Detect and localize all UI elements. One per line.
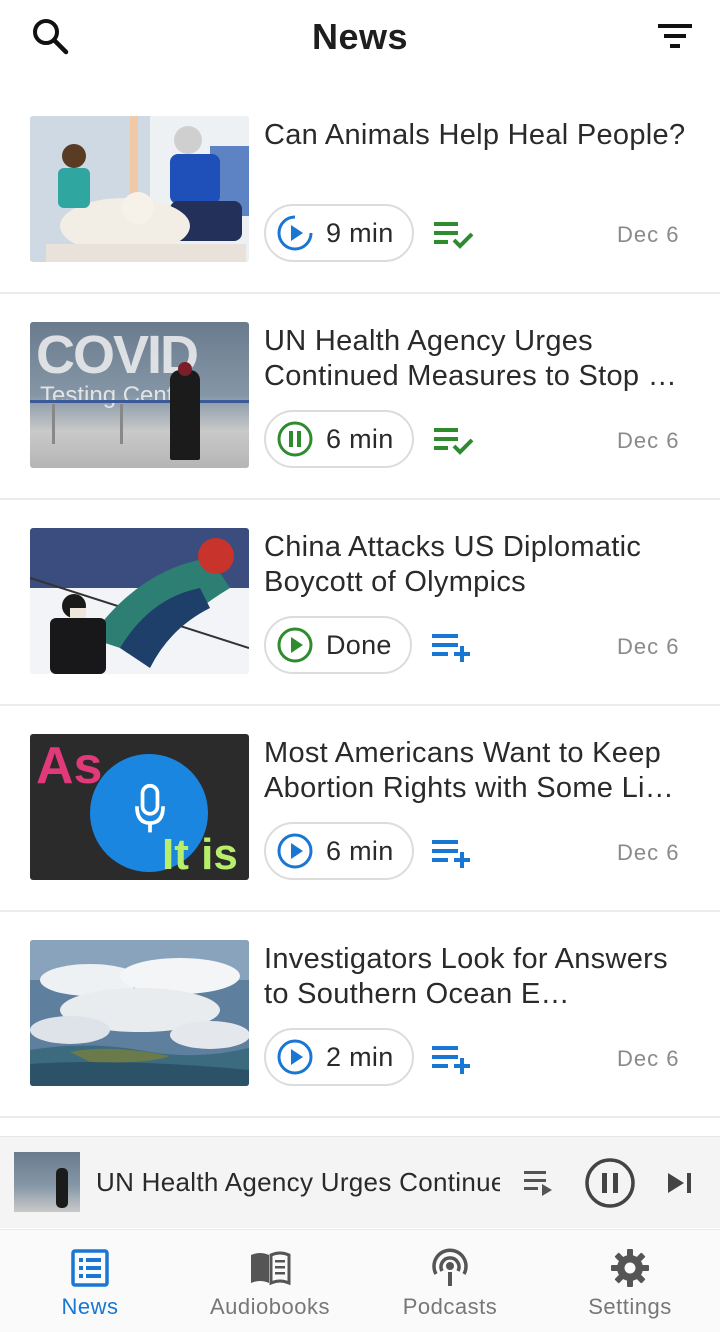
pause-icon[interactable] [584,1157,636,1209]
gear-icon [611,1249,649,1287]
add-to-queue-icon[interactable] [430,628,476,664]
play-icon [277,1039,313,1075]
nav-label-podcasts: Podcasts [402,1294,498,1319]
play-button[interactable]: 6 min [264,822,414,880]
article-item[interactable]: Can Animals Help Heal People? 9 min Dec … [0,88,720,294]
podcast-icon [432,1248,468,1286]
add-to-queue-icon[interactable] [430,1040,476,1076]
mini-player[interactable]: UN Health Agency Urges Continued Measure… [0,1136,720,1228]
bottom-navigation: News Audiobooks Podcasts Settings [0,1229,720,1332]
article-date: Dec 6 [617,840,680,865]
article-title[interactable]: Can Animals Help Heal People? [264,118,694,153]
pause-icon [277,421,313,457]
nav-item-news[interactable]: News [0,1230,180,1332]
article-date: Dec 6 [617,428,680,453]
book-icon [251,1251,291,1286]
newspaper-icon [71,1249,109,1287]
play-button[interactable]: 2 min [264,1028,414,1086]
play-icon [277,833,313,869]
play-button[interactable]: Done [264,616,412,674]
page-title: News [311,16,409,57]
thumbnail-itis-text: It is [162,830,238,879]
duration-label: 6 min [326,423,394,454]
queue-list-icon[interactable] [522,1167,556,1199]
filter-icon[interactable] [654,18,698,54]
nav-label-settings: Settings [588,1294,672,1319]
article-title[interactable]: Investigators Look for Answers to Southe… [264,942,694,1012]
pause-button[interactable]: 6 min [264,410,414,468]
duration-label: Done [326,629,392,660]
nav-item-podcasts[interactable]: Podcasts [360,1230,540,1332]
article-item[interactable]: Investigators Look for Answers to Southe… [0,912,720,1118]
play-done-icon [277,627,313,663]
article-item[interactable]: China Attacks US Diplomatic Boycott of O… [0,500,720,706]
app-header: News [0,0,720,80]
article-thumbnail [30,116,249,262]
mini-player-thumbnail [14,1152,80,1212]
thumbnail-as-text: As [36,737,103,795]
add-to-queue-icon[interactable] [430,834,476,870]
play-icon [277,215,313,251]
queued-check-icon[interactable] [430,216,476,252]
nav-label-news: News [61,1294,119,1319]
article-item[interactable]: COVID Testing Center UN Health Agency Ur… [0,294,720,500]
duration-label: 9 min [326,217,394,248]
article-thumbnail [30,528,249,674]
article-title[interactable]: UN Health Agency Urges Continued Measure… [264,324,694,394]
queued-check-icon[interactable] [430,422,476,458]
nav-item-audiobooks[interactable]: Audiobooks [180,1230,360,1332]
article-item[interactable]: As It is Most Americans Want to Keep Abo… [0,706,720,912]
article-thumbnail [30,940,249,1086]
skip-next-icon[interactable] [664,1167,696,1199]
article-date: Dec 6 [617,1046,680,1071]
duration-label: 6 min [326,835,394,866]
duration-label: 2 min [326,1041,394,1072]
nav-item-settings[interactable]: Settings [540,1230,720,1332]
article-thumbnail: COVID Testing Center [30,322,249,468]
article-thumbnail: As It is [30,734,249,880]
mini-player-title[interactable]: UN Health Agency Urges Continued Measure… [96,1167,500,1198]
nav-label-audiobooks: Audiobooks [210,1294,330,1319]
article-date: Dec 6 [617,634,680,659]
article-title[interactable]: China Attacks US Diplomatic Boycott of O… [264,530,694,600]
article-date: Dec 6 [617,222,680,247]
article-list: Can Animals Help Heal People? 9 min Dec … [0,88,720,1118]
article-title[interactable]: Most Americans Want to Keep Abortion Rig… [264,736,694,806]
play-button[interactable]: 9 min [264,204,414,262]
